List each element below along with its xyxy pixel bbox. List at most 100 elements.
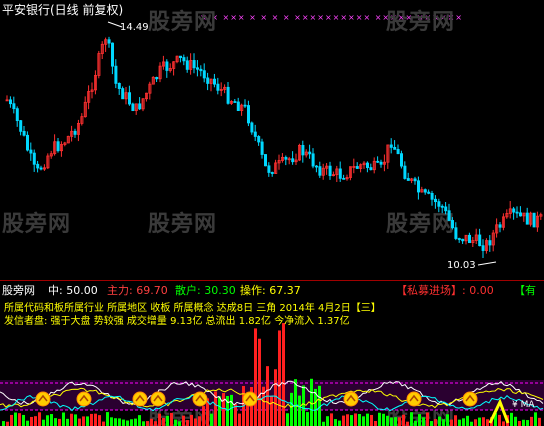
volume-bar (50, 414, 53, 426)
volume-bar (426, 412, 429, 426)
volume-bar (238, 413, 241, 426)
lower-right-icons[interactable]: ¥ MA (512, 401, 535, 410)
indicator-zhong: 中: 50.00 (48, 284, 98, 297)
volume-bar (10, 414, 13, 426)
volume-bar (186, 420, 189, 426)
volume-bar (14, 412, 17, 426)
volume-bar (514, 416, 517, 426)
candle-body (127, 92, 131, 105)
volume-bar (442, 419, 445, 426)
volume-bar (382, 413, 385, 426)
signal-circle (150, 391, 166, 407)
volume-bar (290, 392, 293, 426)
candle-body (379, 161, 383, 165)
indicator-extra: 【有 (514, 284, 536, 297)
candle-body (314, 165, 318, 168)
candle-body (165, 61, 169, 71)
buy-signal-icon (406, 391, 422, 407)
candle-body (389, 144, 393, 148)
candle-body (376, 160, 380, 163)
volume-bar (430, 421, 433, 426)
candle-body (199, 68, 203, 72)
candle-body (355, 166, 359, 169)
candle-body (107, 39, 111, 44)
candle-body (111, 42, 115, 67)
volume-bar (390, 417, 393, 426)
candle-body (131, 103, 135, 112)
volume-bar (378, 412, 381, 426)
candle-body (212, 78, 216, 85)
volume-bar (170, 412, 173, 426)
volume-bar (174, 419, 177, 426)
candle-body (284, 156, 288, 160)
buy-signal-icon (150, 391, 166, 407)
candle-body (270, 172, 274, 174)
candlestick-chart[interactable] (0, 0, 544, 276)
volume-bar (210, 413, 213, 426)
indicator-caozuo: 操作: 67.37 (240, 284, 301, 297)
candle-body (525, 212, 529, 225)
volume-bar (302, 385, 305, 426)
volume-bar (330, 413, 333, 426)
volume-bar (482, 417, 485, 426)
volume-bar (534, 412, 537, 426)
candle-body (437, 201, 441, 207)
buy-signal-icon (35, 391, 51, 407)
volume-bar (126, 420, 129, 426)
candle-body (243, 104, 247, 107)
volume-bar (466, 415, 469, 426)
buy-signal-icon (462, 391, 478, 407)
candle-body (253, 131, 257, 137)
candle-body (308, 151, 312, 155)
volume-bar (110, 417, 113, 426)
volume-bar (358, 414, 361, 426)
candle-body (399, 153, 403, 167)
candle-body (257, 136, 261, 143)
candle-body (202, 70, 206, 79)
volume-bar (42, 419, 45, 426)
candle-body (185, 60, 189, 70)
candle-body (216, 83, 220, 91)
volume-bar (86, 416, 89, 426)
candle-body (29, 149, 33, 154)
candle-body (311, 153, 315, 167)
candle-body (318, 166, 322, 176)
volume-bar (374, 421, 377, 426)
candle-body (182, 57, 186, 62)
volume-bar (294, 379, 297, 426)
volume-bar (334, 419, 337, 426)
candle-body (121, 88, 125, 100)
volume-bar (510, 412, 513, 426)
volume-bar (350, 415, 353, 426)
candle-body (342, 177, 346, 180)
volume-bar (458, 419, 461, 426)
signal-circle (406, 391, 422, 407)
candle-body (260, 141, 264, 155)
candle-body (8, 99, 12, 105)
volume-bar (254, 328, 257, 426)
candle-body (206, 77, 210, 84)
volume-bar (422, 417, 425, 426)
volume-bar (142, 421, 145, 426)
volume-bar (322, 421, 325, 426)
candle-body (178, 55, 182, 58)
volume-bar (486, 419, 489, 426)
candle-body (267, 165, 271, 173)
volume-bar (418, 414, 421, 426)
volume-bar (474, 419, 477, 426)
volume-bar (454, 415, 457, 426)
candle-body (365, 162, 369, 168)
candle-body (226, 86, 230, 104)
info-line-flow: 发信者盘: 强于大盘 势较强 成交增量 9.13亿 总流出 1.82亿 今净流入… (4, 316, 350, 327)
candle-body (519, 212, 523, 217)
volume-bar (398, 417, 401, 426)
candle-body (413, 178, 417, 182)
candle-body (498, 224, 502, 228)
volume-bar (230, 394, 233, 426)
candle-body (403, 165, 407, 179)
panel-divider (0, 280, 544, 281)
volume-bar (2, 421, 5, 426)
info-line-sector: 所属代码和板所属行业 所属地区 收板 所属概念 达成8日 三角 2014年 4月… (4, 303, 381, 314)
candle-body (22, 130, 26, 136)
candle-body (73, 130, 77, 135)
